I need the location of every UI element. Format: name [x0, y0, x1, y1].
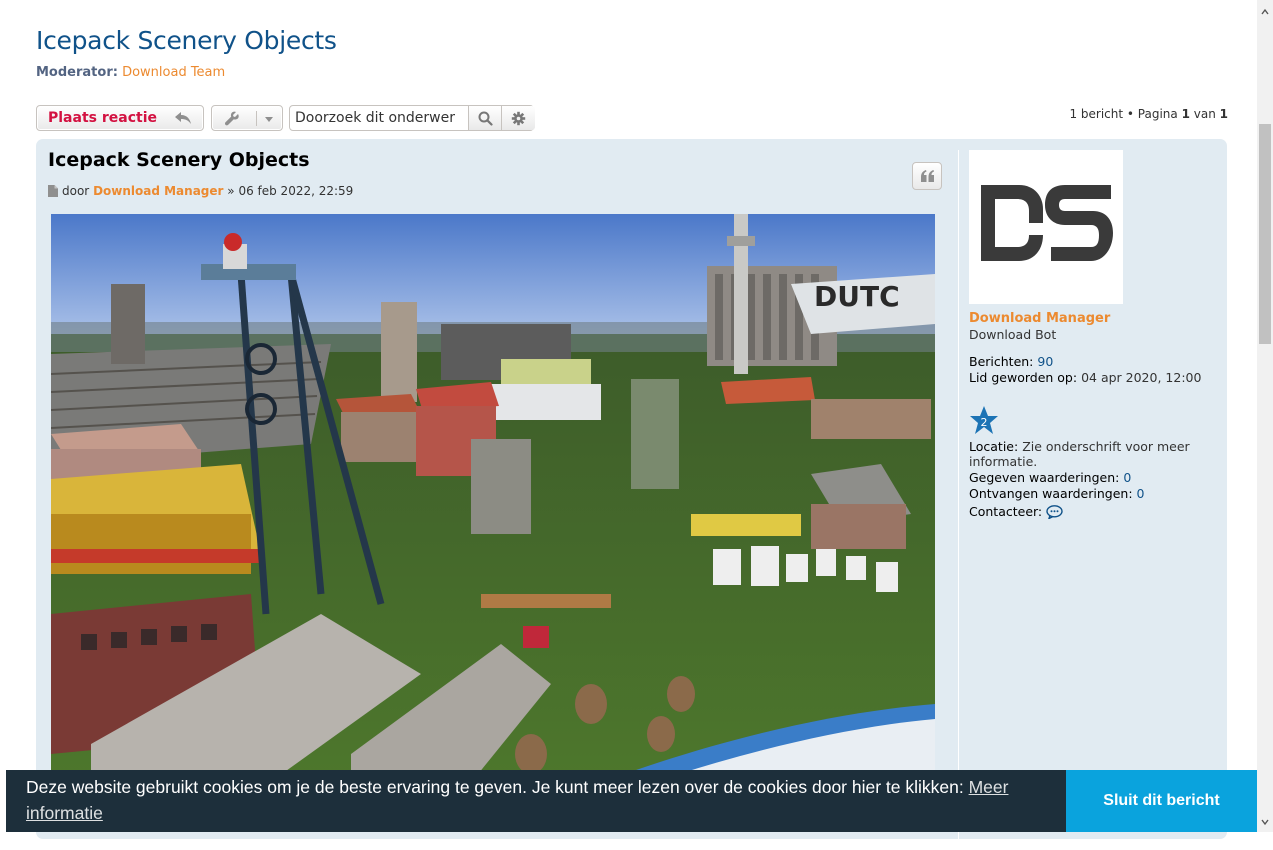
profile-posts-value[interactable]: 90 — [1037, 354, 1053, 369]
profile-location: Locatie: Zie onderschrift voor meer info… — [969, 439, 1214, 469]
wrench-icon — [224, 111, 239, 126]
topic-title[interactable]: Icepack Scenery Objects — [36, 26, 337, 55]
post-title[interactable]: Icepack Scenery Objects — [48, 149, 310, 171]
profile-contact-label: Contacteer: — [969, 504, 1043, 519]
rank-star-icon: 2 — [970, 406, 998, 434]
profile-given-likes: Gegeven waarderingen: 0 — [969, 470, 1214, 485]
ds-logo-icon — [981, 185, 1113, 261]
post-reply-label: Plaats reactie — [48, 110, 157, 126]
profile-received-value[interactable]: 0 — [1137, 486, 1145, 501]
scroll-down-icon[interactable] — [1261, 818, 1269, 826]
post-reply-button[interactable]: Plaats reactie — [36, 105, 204, 131]
avatar[interactable] — [969, 150, 1123, 304]
pagination-mid: van — [1189, 107, 1220, 121]
profile-rank: Download Bot — [969, 327, 1057, 342]
post-scenery-image[interactable]: DUTC — [51, 214, 935, 832]
search-icon — [478, 111, 493, 126]
gear-icon — [511, 111, 526, 126]
pagination-total: 1 — [1219, 107, 1228, 121]
quote-button[interactable] — [912, 162, 942, 190]
moderator-link[interactable]: Download Team — [122, 65, 225, 80]
profile-given-value[interactable]: 0 — [1123, 470, 1131, 485]
topic-search-input[interactable] — [290, 106, 471, 130]
cookie-message: Deze website gebruikt cookies om je de b… — [26, 774, 1056, 826]
post-by: door — [62, 184, 90, 198]
action-bar: Plaats reactie Doorzoek dit onderwer 1 b… — [36, 105, 1228, 133]
post-meta: door Download Manager » 06 feb 2022, 22:… — [48, 184, 353, 198]
pagination-info: 1 bericht • Pagina 1 van 1 — [1069, 107, 1228, 121]
scrollbar[interactable] — [1257, 0, 1273, 832]
moderator-label: Moderator: — [36, 65, 118, 80]
pagination-prefix: 1 bericht • Pagina — [1069, 107, 1182, 121]
rank-badge-number: 2 — [981, 416, 988, 429]
scrollbar-thumb[interactable] — [1259, 124, 1271, 344]
scroll-up-icon[interactable] — [1261, 8, 1269, 16]
post-date: » 06 feb 2022, 22:59 — [227, 184, 354, 198]
chevron-down-icon — [265, 117, 273, 122]
profile-received-likes: Ontvangen waarderingen: 0 — [969, 486, 1214, 501]
post-file-icon[interactable] — [48, 185, 58, 197]
profile-contact: Contacteer: — [969, 504, 1214, 519]
profile-posts-label: Berichten: — [969, 354, 1034, 369]
topic-search-box — [289, 105, 535, 131]
profile-joined: Lid geworden op: 04 apr 2020, 12:00 — [969, 370, 1214, 385]
post-author-link[interactable]: Download Manager — [93, 184, 223, 198]
image-overlay-text: DUTC — [814, 280, 900, 313]
profile-received-label: Ontvangen waarderingen: — [969, 486, 1133, 501]
profile-username-link[interactable]: Download Manager — [969, 311, 1110, 326]
quote-icon — [921, 170, 934, 182]
topic-tools-button[interactable] — [211, 105, 283, 131]
cookie-dismiss-button[interactable]: Sluit dit bericht — [1066, 770, 1257, 832]
tools-divider — [256, 111, 257, 126]
cookie-banner: Deze website gebruikt cookies om je de b… — [6, 770, 1257, 832]
reply-arrow-icon — [175, 112, 191, 124]
post-profile: Download Manager Download Bot Berichten:… — [958, 150, 1227, 850]
chat-bubble-icon[interactable] — [1046, 505, 1063, 519]
profile-location-label: Locatie: — [969, 439, 1019, 454]
profile-joined-label: Lid geworden op: — [969, 370, 1078, 385]
cookie-text: Deze website gebruikt cookies om je de b… — [26, 777, 969, 797]
moderator-line: Moderator: Download Team — [36, 65, 225, 80]
profile-posts: Berichten: 90 — [969, 354, 1214, 369]
pagination-current: 1 — [1181, 107, 1190, 121]
profile-joined-value: 04 apr 2020, 12:00 — [1081, 370, 1202, 385]
search-button[interactable] — [468, 106, 502, 130]
profile-given-label: Gegeven waarderingen: — [969, 470, 1120, 485]
advanced-search-button[interactable] — [501, 106, 535, 130]
